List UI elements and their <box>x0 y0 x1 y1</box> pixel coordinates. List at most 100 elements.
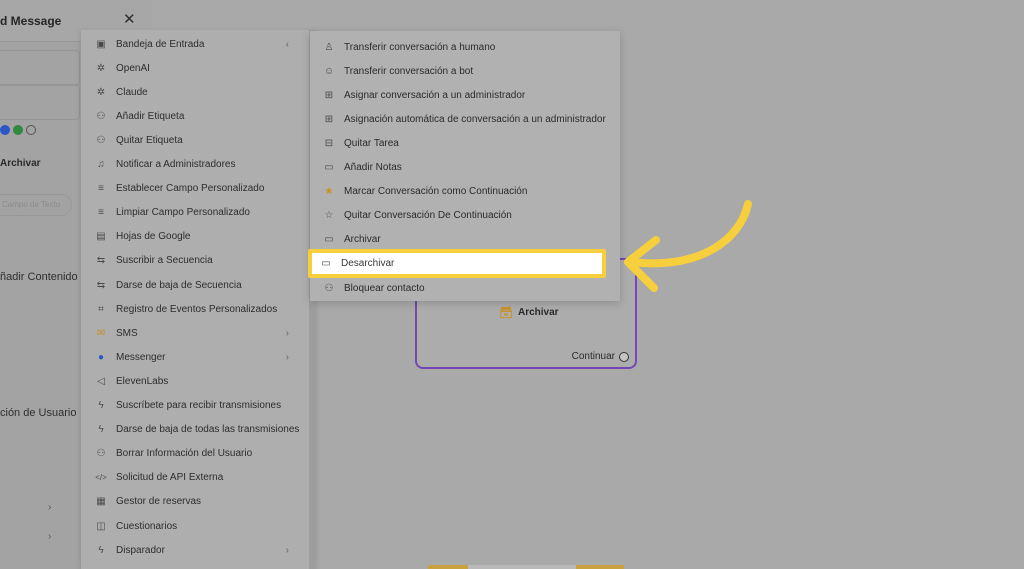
archive-icon: 🗃 <box>499 307 513 319</box>
sheets-icon: ▤ <box>96 231 106 243</box>
menu-item-label: Suscríbete para recibir transmisiones <box>116 400 282 411</box>
sidebar-title: d Message <box>0 14 62 28</box>
menu-item-quiz[interactable]: ◫ Cuestionarios <box>81 514 309 538</box>
menu-item-chat-assign[interactable]: ⊞ Asignación automática de conversación a… <box>310 107 620 131</box>
menu-item-bot[interactable]: ☺ Transferir conversación a bot <box>310 59 620 83</box>
menu-item-label: Archivar <box>344 234 381 246</box>
messenger-icon: ● <box>97 351 105 363</box>
bolt-icon: ϟ <box>98 400 104 411</box>
menu-item-code[interactable]: </> Solicitud de API Externa <box>81 466 309 490</box>
menu-item-star-outline[interactable]: ☆ Quitar Conversación De Continuación <box>310 204 620 228</box>
menu-item-chat-assign[interactable]: ⊞ Asignar conversación a un administrador <box>310 83 620 107</box>
menu-item-event[interactable]: ⌗ Registro de Eventos Personalizados <box>81 297 309 321</box>
text-field-pill[interactable]: Campo de Texto <box>0 194 72 216</box>
close-icon[interactable]: ✕ <box>123 10 136 28</box>
sequence-icon: ⇆ <box>96 279 106 291</box>
block-users-icon: ⚇ <box>324 282 334 294</box>
sidebar-field[interactable] <box>0 50 80 86</box>
menu-item-label: Desarchivar <box>341 258 395 269</box>
menu-item-messenger[interactable]: ● Messenger › <box>81 345 309 369</box>
menu-item-sequence[interactable]: ⇆ Suscribir a Secuencia <box>81 249 309 273</box>
menu-item-chat-remove[interactable]: ⊟ Quitar Tarea <box>310 131 620 155</box>
person-icon: ♙ <box>324 41 334 53</box>
menu-item-label: Suscribir a Secuencia <box>116 255 213 267</box>
menu-item-sheets[interactable]: ▤ Hojas de Google <box>81 225 309 249</box>
chevron-left-icon: ‹ <box>285 38 289 50</box>
whatsapp-icon <box>13 125 23 135</box>
chat-assign-icon: ⊞ <box>324 89 334 101</box>
menu-item-label: Cuestionarios <box>116 520 178 532</box>
menu-item-star-filled[interactable]: ★ Marcar Conversación como Continuación <box>310 180 620 204</box>
menu-item-label: Transferir conversación a humano <box>344 41 496 53</box>
database-icon: ≡ <box>98 183 104 195</box>
menu-item-label: Quitar Etiqueta <box>116 134 183 146</box>
menu-item-unarchive[interactable]: ▭ Desarchivar <box>312 253 602 274</box>
menu-item-bolt[interactable]: ϟ Darse de baja de todas las transmisione… <box>81 418 309 442</box>
note-icon: ▭ <box>324 162 334 173</box>
chat-icon <box>26 125 36 135</box>
chevron-right-icon: › <box>285 327 289 339</box>
menu-item-trigger[interactable]: ϟ Disparador › <box>81 538 309 562</box>
menu-item-label: Quitar Conversación De Continuación <box>344 210 512 222</box>
menu-item-label: Gestor de reservas <box>116 496 202 508</box>
menu-item-label: Quitar Tarea <box>344 137 399 149</box>
menu-item-person[interactable]: ♙ Transferir conversación a humano <box>310 35 620 59</box>
bottom-toolbar-segment <box>468 565 576 569</box>
menu-item-user-remove[interactable]: ⚇ Borrar Información del Usuario <box>81 442 309 466</box>
menu-item-label: Asignación automática de conversación a … <box>344 113 606 125</box>
bell-icon: ♫ <box>97 159 105 170</box>
menu-item-label: SMS <box>116 327 138 339</box>
menu-item-label: Darse de baja de todas las transmisiones <box>116 424 300 436</box>
user-remove-icon: ⚇ <box>96 448 106 460</box>
menu-item-label: Hojas de Google <box>116 231 191 243</box>
menu-item-label: OpenAI <box>116 62 150 74</box>
menu-item-label: Transferir conversación a bot <box>344 65 474 77</box>
menu-item-sequence[interactable]: ⇆ Darse de baja de Secuencia <box>81 273 309 297</box>
bot-icon: ☺ <box>323 65 335 77</box>
audio-icon: ◁ <box>97 375 105 387</box>
menu-item-block-users[interactable]: ⚇ Bloquear contacto <box>310 276 620 300</box>
menu-item-label: Establecer Campo Personalizado <box>116 183 265 195</box>
sms-icon: ✉ <box>96 327 106 339</box>
claude-icon: ✲ <box>96 86 106 98</box>
node-action: 🗃 Archivar <box>499 306 559 319</box>
menu-item-database[interactable]: ≡ Limpiar Campo Personalizado <box>81 201 309 225</box>
menu-item-calendar[interactable]: ▦ Gestor de reservas <box>81 490 309 514</box>
menu-item-label: Añadir Etiqueta <box>116 110 185 122</box>
menu-item-note[interactable]: ▭ Añadir Notas <box>310 156 620 180</box>
add-content-button[interactable]: ñadir Contenido <box>0 271 78 283</box>
menu-item-label: Bloquear contacto <box>344 282 425 294</box>
menu-item-user-tag[interactable]: ⚇ Añadir Etiqueta <box>81 104 309 128</box>
user-action-label: ción de Usuario <box>0 407 77 419</box>
menu-item-bell[interactable]: ♫ Notificar a Administradores <box>81 153 309 177</box>
highlighted-menu-item[interactable]: ▭ Desarchivar <box>308 249 606 278</box>
star-outline-icon: ☆ <box>324 210 334 222</box>
unarchive-icon: ▭ <box>321 258 331 269</box>
chevron-right-icon: › <box>285 351 289 363</box>
continue-label: Continuar <box>571 351 615 362</box>
menu-item-label: Notificar a Administradores <box>116 159 236 170</box>
menu-item-label: Bandeja de Entrada <box>116 38 205 50</box>
menu-item-label: Registro de Eventos Personalizados <box>116 303 278 315</box>
menu-item-label: Darse de baja de Secuencia <box>116 279 242 291</box>
chevron-right-icon[interactable]: › <box>48 502 51 513</box>
chevron-right-icon[interactable]: › <box>48 531 51 542</box>
menu-item-user-tag[interactable]: ⚇ Quitar Etiqueta <box>81 128 309 152</box>
connector-handle[interactable] <box>619 351 629 362</box>
menu-item-bolt[interactable]: ϟ Suscríbete para recibir transmisiones <box>81 394 309 418</box>
star-filled-icon: ★ <box>324 186 334 198</box>
sidebar-field[interactable] <box>0 84 80 120</box>
menu-item-label: Disparador <box>116 544 165 556</box>
channel-icons <box>0 125 36 135</box>
menu-item-claude[interactable]: ✲ Claude <box>81 80 309 104</box>
action-category-menu: ▣ Bandeja de Entrada ‹ ✲ OpenAI ✲ Claude ⚇ Añadi… <box>81 30 315 569</box>
node-action-label: Archivar <box>517 307 559 318</box>
bolt-icon: ϟ <box>98 424 104 436</box>
menu-item-openai[interactable]: ✲ OpenAI <box>81 56 309 80</box>
menu-item-database[interactable]: ≡ Establecer Campo Personalizado <box>81 177 309 201</box>
menu-item-inbox[interactable]: ▣ Bandeja de Entrada ‹ <box>81 32 309 56</box>
menu-item-audio[interactable]: ◁ ElevenLabs <box>81 369 309 393</box>
quiz-icon: ◫ <box>96 520 106 532</box>
trigger-icon: ϟ <box>98 544 104 556</box>
menu-item-sms[interactable]: ✉ SMS › <box>81 321 309 345</box>
